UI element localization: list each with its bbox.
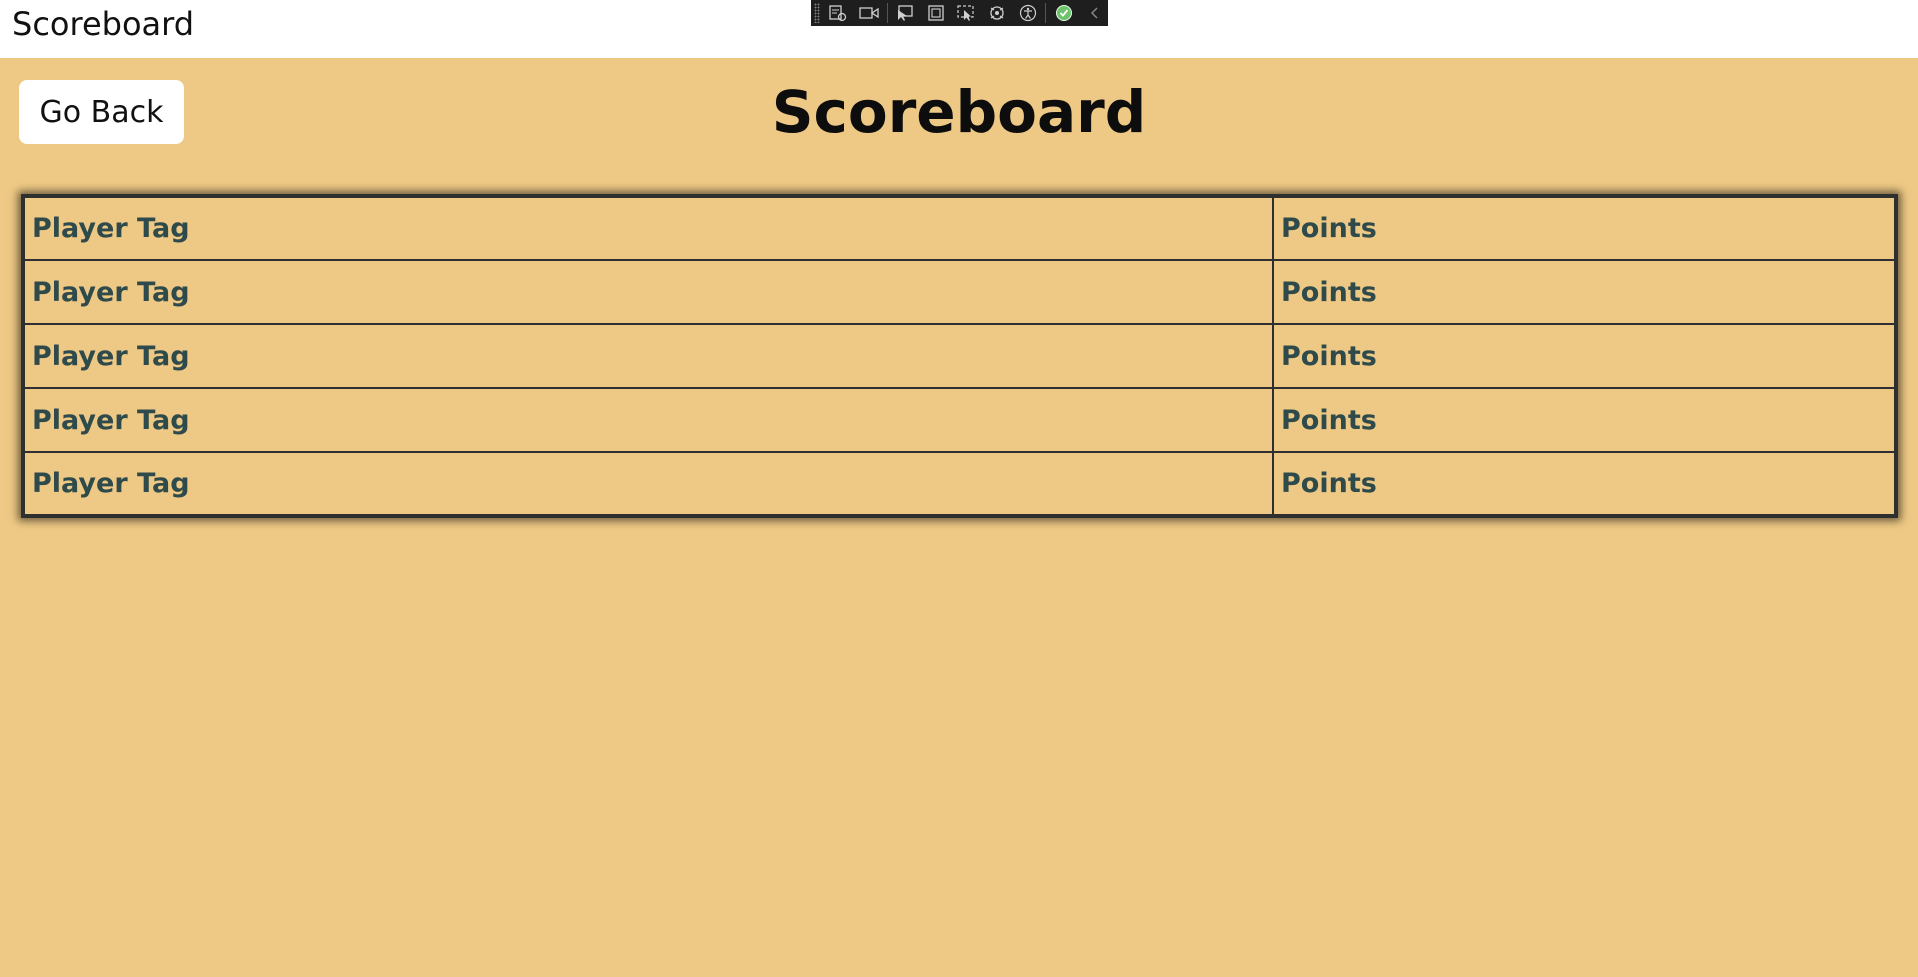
video-camera-icon[interactable] [856, 2, 883, 24]
debug-toolbar [811, 0, 1108, 26]
display-layout-adorners-icon[interactable] [922, 2, 949, 24]
page-title: Scoreboard [771, 78, 1147, 146]
table-row: Player Tag Points [23, 260, 1896, 325]
table-row: Player Tag Points [23, 324, 1896, 389]
track-focused-element-icon[interactable] [953, 2, 980, 24]
toolbar-separator [1045, 3, 1047, 23]
table-row: Player Tag Points [23, 452, 1896, 516]
points-cell: Points [1281, 468, 1377, 499]
window-title: Scoreboard [12, 5, 195, 43]
points-cell: Points [1273, 196, 1896, 261]
points-cell: Points [1273, 388, 1896, 453]
points-cell: Points [1273, 260, 1896, 325]
player-tag-cell: Player Tag [23, 452, 1274, 516]
player-tag-cell: Player Tag [23, 260, 1274, 325]
toolbar-separator [886, 3, 888, 23]
table-row: Player Tag Points [23, 388, 1896, 453]
window-titlebar: Scoreboard [0, 0, 1918, 58]
toolbar-grip-handle[interactable] [814, 3, 820, 23]
points-cell: Points [1273, 324, 1896, 389]
player-tag-cell: Player Tag [23, 324, 1274, 389]
collapse-chevron-icon[interactable] [1081, 2, 1108, 24]
check-circle-icon[interactable] [1050, 2, 1077, 24]
go-back-button[interactable]: Go Back [19, 80, 184, 144]
player-tag-cell: Player Tag [23, 196, 1274, 261]
live-visual-tree-icon[interactable] [825, 2, 852, 24]
accessibility-icon[interactable] [1015, 2, 1042, 24]
hot-reload-icon[interactable] [984, 2, 1011, 24]
select-element-icon[interactable] [892, 2, 919, 24]
app-canvas: Scoreboard Go Back Player Tag Points Pla… [0, 58, 1918, 977]
scoreboard-table: Player Tag Points Player Tag Points Play… [21, 194, 1898, 518]
table-row: Player Tag Points [23, 196, 1896, 261]
player-tag-cell: Player Tag [23, 388, 1274, 453]
